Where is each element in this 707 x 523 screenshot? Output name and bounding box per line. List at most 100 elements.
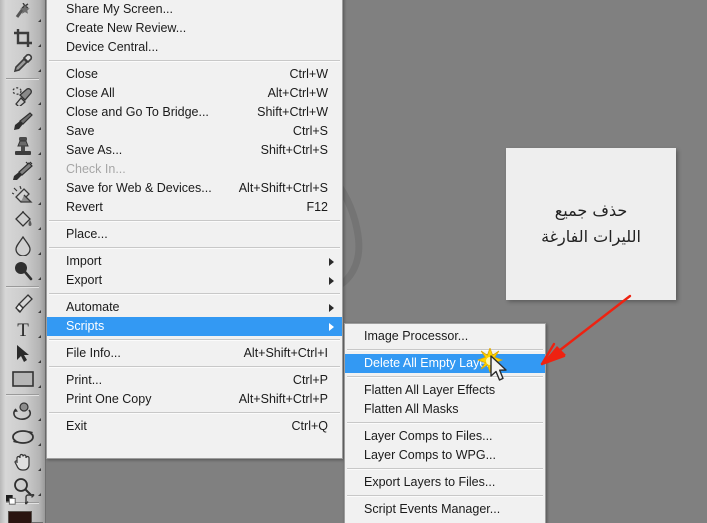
eyedropper-tool[interactable]	[0, 50, 45, 75]
color-swatches[interactable]	[0, 494, 45, 523]
menu-item-label: Flatten All Layer Effects	[364, 383, 496, 397]
tool-options-corner	[38, 468, 41, 471]
menu-item-shortcut: Alt+Shift+Ctrl+S	[238, 181, 328, 195]
menu-item-label: Layer Comps to WPG...	[364, 448, 496, 462]
menu-item-shortcut: Ctrl+Q	[291, 419, 328, 433]
3d-rotate-tool[interactable]	[0, 399, 45, 424]
horizontal-type-tool[interactable]: T	[0, 316, 45, 341]
menu-item-label: Automate	[66, 300, 120, 314]
menu-item-shortcut: Ctrl+P	[292, 373, 328, 387]
tool-options-corner	[38, 227, 41, 230]
scripts-submenu-item-image-processor[interactable]: Image Processor...	[345, 327, 545, 346]
scripts-submenu-item-layer-comps-to-wpg[interactable]: Layer Comps to WPG...	[345, 446, 545, 465]
brush-tool[interactable]	[0, 108, 45, 133]
menu-item-label: Save for Web & Devices...	[66, 181, 212, 195]
file-menu-item-scripts[interactable]: Scripts	[47, 317, 342, 336]
tool-options-corner	[38, 202, 41, 205]
file-menu-item-close[interactable]: Close Ctrl+W	[47, 65, 342, 84]
file-menu-item-device-central[interactable]: Device Central...	[47, 38, 342, 57]
file-menu-item-automate[interactable]: Automate	[47, 298, 342, 317]
toolbar-divider	[6, 78, 39, 80]
file-menu-item-file-info[interactable]: File Info... Alt+Shift+Ctrl+I	[47, 344, 342, 363]
path-selection-tool[interactable]	[0, 341, 45, 366]
file-menu-item-print[interactable]: Print... Ctrl+P	[47, 371, 342, 390]
menu-item-shortcut: Alt+Shift+Ctrl+I	[243, 346, 328, 360]
dodge-tool[interactable]	[0, 258, 45, 283]
foreground-color-swatch[interactable]	[8, 511, 32, 523]
annotation-callout: حذف جميع الليرات الفارغة	[506, 148, 676, 300]
menu-item-label: Close	[66, 67, 98, 81]
file-menu-item-save-as[interactable]: Save As... Shift+Ctrl+S	[47, 141, 342, 160]
tool-options-corner	[38, 277, 41, 280]
tool-options-corner	[38, 177, 41, 180]
crop-tool[interactable]	[0, 25, 45, 50]
file-menu-item-place[interactable]: Place...	[47, 225, 342, 244]
menu-item-label: Device Central...	[66, 40, 159, 54]
menu-item-shortcut: Shift+Ctrl+W	[257, 105, 328, 119]
toolbar-divider	[6, 394, 39, 396]
file-menu-item-close-all[interactable]: Close All Alt+Ctrl+W	[47, 84, 342, 103]
file-menu-item-revert[interactable]: Revert F12	[47, 198, 342, 217]
menu-item-label: Export Layers to Files...	[364, 475, 496, 489]
spot-healing-brush-tool[interactable]	[0, 83, 45, 108]
file-menu-item-save-for-web-devices[interactable]: Save for Web & Devices... Alt+Shift+Ctrl+…	[47, 179, 342, 198]
blur-tool[interactable]	[0, 233, 45, 258]
file-menu-item-save[interactable]: Save Ctrl+S	[47, 122, 342, 141]
file-menu-item-close-and-go-to-bridge[interactable]: Close and Go To Bridge... Shift+Ctrl+W	[47, 103, 342, 122]
gradient-paint-bucket-tool[interactable]	[0, 208, 45, 233]
clone-stamp-tool[interactable]	[0, 133, 45, 158]
file-menu-item-create-new-review[interactable]: Create New Review...	[47, 19, 342, 38]
menu-separator	[49, 220, 340, 222]
tool-options-corner	[38, 443, 41, 446]
file-menu-item-exit[interactable]: Exit Ctrl+Q	[47, 417, 342, 436]
menu-item-label: Close All	[66, 86, 115, 100]
file-menu[interactable]: Share My Screen... Create New Review... De…	[46, 0, 343, 459]
menu-item-label: Share My Screen...	[66, 2, 173, 16]
scripts-submenu-item-flatten-all-layer-effects[interactable]: Flatten All Layer Effects	[345, 381, 545, 400]
tools-palette[interactable]: T	[0, 0, 46, 523]
tool-options-corner	[38, 127, 41, 130]
tool-options-corner	[38, 152, 41, 155]
menu-separator	[347, 495, 543, 497]
pen-tool[interactable]	[0, 291, 45, 316]
scripts-submenu-item-layer-comps-to-files[interactable]: Layer Comps to Files...	[345, 427, 545, 446]
scripts-submenu-item-export-layers-to-files[interactable]: Export Layers to Files...	[345, 473, 545, 492]
swap-colors-icon[interactable]	[25, 494, 37, 506]
menu-item-label: Revert	[66, 200, 103, 214]
submenu-chevron-icon	[329, 277, 334, 285]
menu-item-label: Import	[66, 254, 102, 268]
menu-item-label: Image Processor...	[364, 329, 469, 343]
tool-options-corner	[38, 335, 41, 338]
rectangle-tool[interactable]	[0, 366, 45, 391]
file-menu-item-share-my-screen[interactable]: Share My Screen...	[47, 0, 342, 19]
menu-separator	[49, 247, 340, 249]
eraser-tool[interactable]	[0, 183, 45, 208]
menu-item-label: Create New Review...	[66, 21, 187, 35]
scripts-submenu-item-script-events-manager[interactable]: Script Events Manager...	[345, 500, 545, 519]
callout-line-1: حذف جميع	[554, 201, 628, 221]
file-menu-item-export[interactable]: Export	[47, 271, 342, 290]
history-brush-tool[interactable]	[0, 158, 45, 183]
hand-tool[interactable]	[0, 449, 45, 474]
file-menu-item-check-in: Check In...	[47, 160, 342, 179]
menu-item-label: Export	[66, 273, 103, 287]
scripts-submenu[interactable]: Image Processor... Delete All Empty Layer…	[344, 323, 546, 523]
menu-item-label: Print One Copy	[66, 392, 152, 406]
photoshop-window: T Share My Screen... Create New Review..…	[0, 0, 707, 523]
submenu-chevron-icon	[329, 258, 334, 266]
scripts-submenu-item-delete-all-empty-layers[interactable]: Delete All Empty Layers	[345, 354, 545, 373]
menu-item-shortcut: Alt+Shift+Ctrl+P	[238, 392, 328, 406]
tool-options-corner	[38, 418, 41, 421]
file-menu-item-import[interactable]: Import	[47, 252, 342, 271]
default-colors-icon[interactable]	[6, 495, 16, 505]
menu-separator	[49, 366, 340, 368]
magic-wand-tool[interactable]	[0, 0, 45, 25]
menu-item-label: Scripts	[66, 319, 105, 333]
menu-item-shortcut: F12	[306, 200, 328, 214]
file-menu-item-print-one-copy[interactable]: Print One Copy Alt+Shift+Ctrl+P	[47, 390, 342, 409]
menu-separator	[49, 293, 340, 295]
menu-item-label: Delete All Empty Layers	[364, 356, 497, 370]
scripts-submenu-item-flatten-all-masks[interactable]: Flatten All Masks	[345, 400, 545, 419]
3d-orbit-tool[interactable]	[0, 424, 45, 449]
tool-options-corner	[38, 360, 41, 363]
